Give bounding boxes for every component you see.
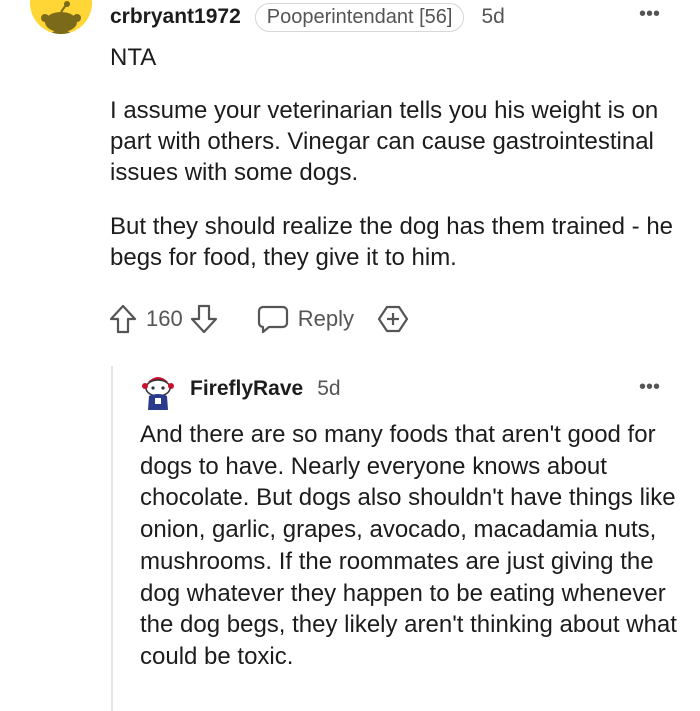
downvote-arrow-icon[interactable]: [189, 303, 219, 335]
reply-meta: FireflyRave 5d: [190, 377, 341, 401]
reply-button[interactable]: Reply: [257, 304, 354, 334]
reddit-custom-avatar-icon: [142, 377, 174, 410]
reddit-snoo-avatar-icon: [41, 1, 81, 34]
timestamp: 5d: [481, 5, 505, 28]
avatar[interactable]: [30, 0, 92, 34]
comment-paragraph: But they should realize the dog has them…: [110, 213, 674, 271]
upvote-arrow-icon[interactable]: [108, 303, 138, 335]
username[interactable]: FireflyRave: [190, 377, 303, 401]
comment-actions: 160 Reply: [108, 300, 410, 338]
user-flair: Pooperintendant [56]: [254, 2, 465, 32]
comment-verdict: NTA: [110, 44, 157, 71]
username[interactable]: crbryant1972: [110, 5, 241, 29]
thread-line[interactable]: [111, 366, 113, 711]
chat-bubble-icon: [257, 304, 289, 334]
reply-body: And there are so many foods that aren't …: [140, 421, 677, 670]
timestamp: 5d: [317, 377, 341, 400]
comment-paragraph: I assume your veterinarian tells you his…: [110, 97, 659, 186]
award-plus-icon[interactable]: [376, 303, 410, 335]
avatar[interactable]: [140, 372, 176, 412]
vote-count: 160: [146, 306, 183, 331]
more-options-icon[interactable]: •••: [639, 4, 660, 24]
reply-label: Reply: [297, 306, 354, 331]
more-options-icon[interactable]: •••: [639, 377, 660, 397]
comment-meta: crbryant1972 Pooperintendant [56] 5d: [110, 2, 505, 32]
